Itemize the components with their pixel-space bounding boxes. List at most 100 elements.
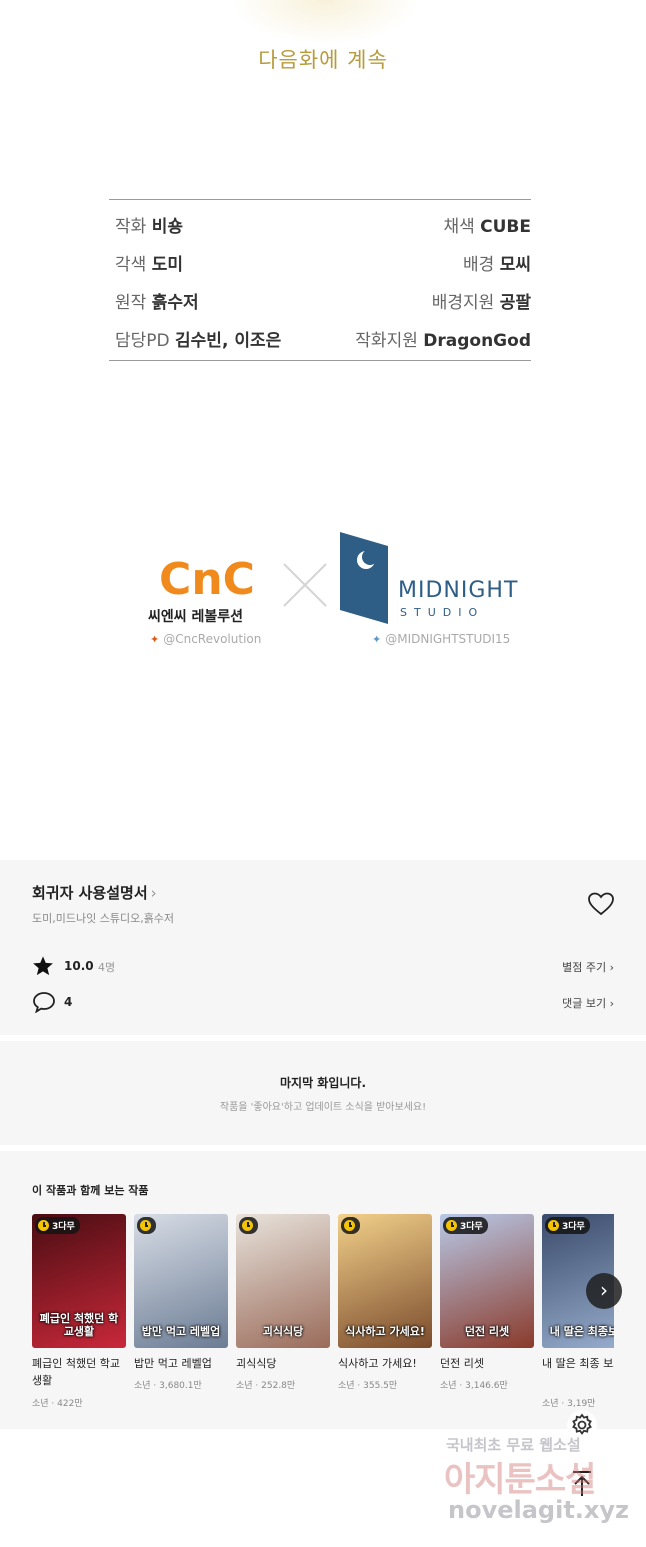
scroll-to-top-icon[interactable] <box>570 1469 594 1499</box>
credit-role: 담당PD <box>115 331 170 351</box>
midnight-name: MIDNIGHT <box>398 578 519 603</box>
series-authors: 도미,미드나잇 스튜디오,흙수저 <box>32 912 175 925</box>
card-meta: 소년 · 3,680.1만 <box>134 1381 202 1391</box>
watermark-line3: novelagit.xyz <box>448 1496 630 1524</box>
credit-name: 공팔 <box>499 293 531 313</box>
card-title: 괴식식당 <box>236 1357 277 1370</box>
card-meta: 소년 · 3,19만 <box>542 1399 596 1409</box>
wait-free-badge: 3다무 <box>35 1217 80 1234</box>
midnight-twitter-handle: ✦ @MIDNIGHTSTUDI15 <box>372 632 510 646</box>
carousel-next-button[interactable]: › <box>586 1273 622 1309</box>
card-meta: 소년 · 422만 <box>32 1399 83 1409</box>
clock-icon <box>344 1220 355 1231</box>
credit-row: 작화 비숑 채색 CUBE <box>115 212 531 240</box>
cover-thumbnail: 3다무던전 리셋 <box>440 1214 534 1348</box>
credit-role: 작화 <box>115 217 147 237</box>
cover-title-art: 던전 리셋 <box>464 1325 510 1338</box>
clock-icon <box>242 1220 253 1231</box>
view-comments-button[interactable]: 댓글 보기 › <box>562 995 614 1011</box>
recommendation-carousel[interactable]: 3다무 폐급인 척했던 학교생활 폐급인 척했던 학교생활 소년 · 422만 밥만 먹… <box>32 1214 614 1424</box>
twitter-bird-icon: ✦ <box>372 633 382 646</box>
card-title: 내 딸은 최종 보스 <box>542 1357 614 1370</box>
badge-label: 3다무 <box>52 1222 75 1232</box>
series-info-panel: 회귀자 사용설명서 › 도미,미드나잇 스튜디오,흙수저 10.0 4명 별점 주… <box>0 860 646 1035</box>
card-title: 폐급인 척했던 학교생활 <box>32 1357 120 1387</box>
chevron-right-icon: › <box>600 1278 608 1302</box>
cnc-twitter-handle: ✦ @CncRevolution <box>150 632 261 646</box>
cnc-korean-name: 씨엔씨 레볼루션 <box>148 609 244 625</box>
wait-free-badge <box>137 1217 156 1234</box>
midnight-handle-text: @MIDNIGHTSTUDI15 <box>385 632 511 646</box>
cover-thumbnail: 괴식식당 <box>236 1214 330 1348</box>
chevron-right-icon: › <box>609 997 614 1010</box>
recommendations-heading: 이 작품과 함께 보는 작품 <box>32 1184 149 1197</box>
chevron-right-icon: › <box>150 884 157 902</box>
card-title: 식사하고 가세요! <box>338 1357 417 1370</box>
wait-free-badge <box>341 1217 360 1234</box>
credit-role: 배경지원 <box>431 293 495 313</box>
cover-thumbnail: 3다무폐급인 척했던 학교생활 <box>32 1214 126 1348</box>
star-icon <box>33 956 53 976</box>
cover-title-art: 내 딸은 최종보스 <box>549 1325 614 1338</box>
chevron-right-icon: › <box>609 961 614 974</box>
view-comments-label: 댓글 보기 <box>562 997 607 1010</box>
credit-name: 김수빈, 이조은 <box>175 331 282 351</box>
watermark-line1: 국내최초 무료 웹소설 <box>446 1436 581 1454</box>
credit-name: 도미 <box>151 255 183 275</box>
settings-gear-icon[interactable] <box>566 1409 598 1441</box>
cover-thumbnail: 식사하고 가세요! <box>338 1214 432 1348</box>
credit-name: 모씨 <box>499 255 531 275</box>
credits-box: 작화 비숑 채색 CUBE 각색 도미 배경 모씨 원작 흙수저 배경지원 공팔… <box>109 199 531 361</box>
credit-row: 각색 도미 배경 모씨 <box>115 250 531 278</box>
comment-bubble-icon <box>33 992 55 1013</box>
rating-count: 4명 <box>98 961 116 974</box>
cnc-logo-icon: CnC <box>159 558 255 600</box>
last-episode-notice: 마지막 화입니다. 작품을 '좋아요'하고 업데이트 소식을 받아보세요! <box>0 1041 646 1145</box>
comment-count: 4 <box>64 995 73 1009</box>
studio-logos: CnC 씨엔씨 레볼루션 ✦ @CncRevolution MIDNIGHT ST… <box>140 530 520 660</box>
clock-icon <box>548 1220 559 1231</box>
credit-row: 원작 흙수저 배경지원 공팔 <box>115 288 531 316</box>
recommendations-section: 이 작품과 함께 보는 작품 3다무 폐급인 척했던 학교생활 폐급인 척했던 학교… <box>0 1151 646 1429</box>
card-title: 밥만 먹고 레벨업 <box>134 1357 212 1370</box>
credit-role: 작화지원 <box>355 331 418 351</box>
wait-free-badge: 3다무 <box>545 1217 590 1234</box>
wait-free-badge: 3다무 <box>443 1217 488 1234</box>
rating-row: 10.0 4명 별점 주기 › <box>32 955 614 979</box>
rate-button[interactable]: 별점 주기 › <box>562 959 614 975</box>
like-heart-icon[interactable] <box>588 892 614 916</box>
credit-role: 배경 <box>463 255 495 275</box>
cnc-logo-text: CnC <box>159 558 255 600</box>
cover-title-art: 밥만 먹고 레벨업 <box>141 1325 221 1338</box>
twitter-bird-icon: ✦ <box>150 633 160 646</box>
midnight-sub: STUDIO <box>400 606 485 619</box>
comment-row: 4 댓글 보기 › <box>32 991 614 1015</box>
card-title: 던전 리셋 <box>440 1357 484 1370</box>
card-meta: 소년 · 252.8만 <box>236 1381 296 1391</box>
clock-icon <box>140 1220 151 1231</box>
credit-name: 흙수저 <box>151 293 199 313</box>
card-meta: 소년 · 3,146.6만 <box>440 1381 508 1391</box>
rate-button-label: 별점 주기 <box>562 961 607 974</box>
cover-title-art: 식사하고 가세요! <box>345 1325 425 1338</box>
rating-value: 10.0 <box>64 959 94 973</box>
clock-icon <box>38 1220 49 1231</box>
credit-row: 담당PD 김수빈, 이조은 작화지원 DragonGod <box>115 326 531 354</box>
clock-icon <box>446 1220 457 1231</box>
cover-title-art: 괴식식당 <box>262 1325 304 1338</box>
cover-thumbnail: 밥만 먹고 레벨업 <box>134 1214 228 1348</box>
last-episode-title: 마지막 화입니다. <box>279 1076 367 1090</box>
credit-role: 원작 <box>115 293 147 313</box>
cross-icon <box>283 563 327 607</box>
credit-name: DragonGod <box>423 331 531 351</box>
series-title-link[interactable]: 회귀자 사용설명서 › <box>32 882 157 903</box>
credit-role: 채색 <box>443 217 475 237</box>
cover-title-art: 폐급인 척했던 학교생활 <box>39 1312 119 1338</box>
site-watermark: 국내최초 무료 웹소설 아지툰소설 novelagit.xyz <box>440 1432 640 1532</box>
midnight-logo-icon <box>340 532 388 624</box>
series-title: 회귀자 사용설명서 <box>32 884 148 902</box>
credit-role: 각색 <box>115 255 147 275</box>
episode-ending-image: 다음화에 계속 작화 비숑 채색 CUBE 각색 도미 배경 모씨 원작 흙수저… <box>0 0 646 860</box>
badge-label: 3다무 <box>460 1222 483 1232</box>
last-episode-subtitle: 작품을 '좋아요'하고 업데이트 소식을 받아보세요! <box>219 1102 427 1113</box>
